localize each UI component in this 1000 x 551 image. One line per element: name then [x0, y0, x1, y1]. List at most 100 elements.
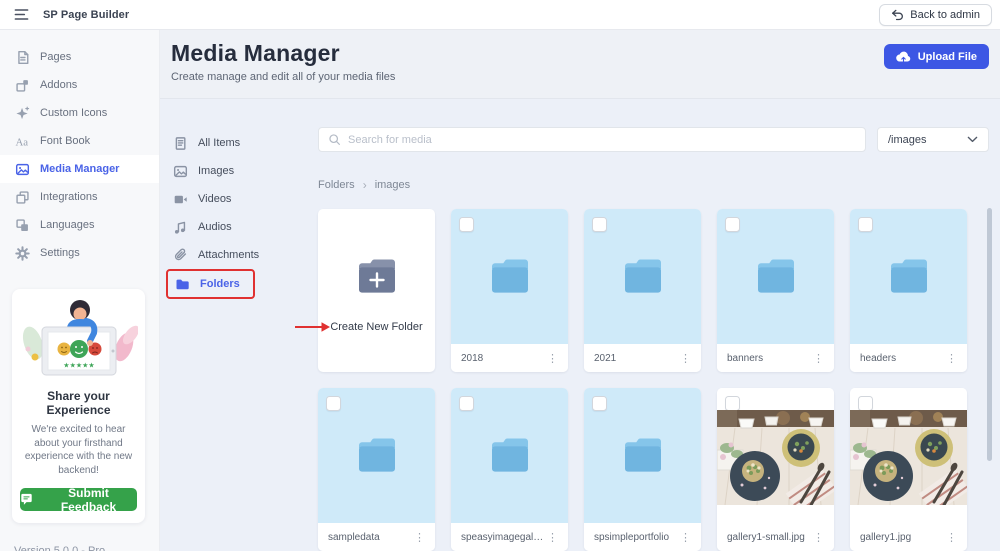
folder-card-sampledata[interactable]: sampledata ⋮	[318, 388, 435, 551]
card-footer: gallery1-small.jpg ⋮	[717, 523, 834, 551]
back-to-admin-label: Back to admin	[910, 9, 980, 21]
sidebar-item-pages[interactable]: Pages	[0, 43, 159, 71]
upload-file-button[interactable]: Upload File	[884, 44, 989, 69]
breadcrumb-images[interactable]: images	[375, 179, 410, 191]
cloud-upload-icon	[896, 51, 912, 63]
vertical-scrollbar[interactable]	[987, 208, 992, 461]
item-menu-button[interactable]: ⋮	[544, 352, 561, 365]
folder-card-speasyimagegallery[interactable]: speasyimagegallery ⋮	[451, 388, 568, 551]
item-menu-button[interactable]: ⋮	[411, 531, 428, 544]
select-checkbox[interactable]	[459, 396, 474, 411]
sidebar-item-integrations[interactable]: Integrations	[0, 183, 159, 211]
filter-label: Audios	[198, 221, 232, 233]
feedback-text: We're excited to hear about your firstha…	[22, 423, 135, 477]
sidebar-item-label: Custom Icons	[40, 107, 107, 119]
sidebar-item-font-book[interactable]: AaFont Book	[0, 127, 159, 155]
font-book-icon: Aa	[14, 133, 30, 149]
app-title: SP Page Builder	[43, 9, 129, 21]
sidebar-item-settings[interactable]: Settings	[0, 239, 159, 267]
filter-images[interactable]: Images	[172, 157, 318, 185]
card-thumbnail	[717, 388, 834, 523]
item-menu-button[interactable]: ⋮	[810, 531, 827, 544]
submit-feedback-button[interactable]: Submit Feedback	[20, 488, 137, 511]
folder-card-spsimpleportfolio[interactable]: spsimpleportfolio ⋮	[584, 388, 701, 551]
item-menu-button[interactable]: ⋮	[544, 531, 561, 544]
card-footer: headers ⋮	[850, 344, 967, 372]
item-name: 2018	[461, 353, 483, 364]
filter-label: Images	[198, 165, 234, 177]
folder-icon	[620, 257, 666, 297]
food-photo-thumbnail	[717, 410, 834, 505]
page-subtitle: Create manage and edit all of your media…	[171, 71, 395, 83]
item-menu-button[interactable]: ⋮	[943, 531, 960, 544]
card-thumbnail	[451, 209, 568, 344]
select-checkbox[interactable]	[326, 396, 341, 411]
folder-card-banners[interactable]: banners ⋮	[717, 209, 834, 372]
filter-folders[interactable]: Folders	[166, 269, 255, 299]
feedback-card: ★★★★★ Share your Experience We're excite…	[12, 289, 145, 523]
breadcrumb-folders[interactable]: Folders	[318, 179, 355, 191]
item-name: spsimpleportfolio	[594, 532, 669, 543]
image-card-gallery1-jpg[interactable]: gallery1.jpg ⋮	[850, 388, 967, 551]
filter-audios[interactable]: Audios	[172, 213, 318, 241]
browser-toolbar: /images	[318, 127, 989, 152]
sidebar-item-addons[interactable]: Addons	[0, 71, 159, 99]
select-checkbox[interactable]	[725, 217, 740, 232]
sidebar-nav: Pages Addons Custom Icons AaFont BookMedia …	[0, 43, 159, 267]
folder-card-2021[interactable]: 2021 ⋮	[584, 209, 701, 372]
addons-icon	[14, 77, 30, 93]
search-box	[318, 127, 866, 152]
search-input[interactable]	[348, 134, 856, 146]
topbar: SP Page Builder Back to admin	[0, 0, 1000, 30]
card-footer: banners ⋮	[717, 344, 834, 372]
sidebar-item-media-manager[interactable]: Media Manager	[0, 155, 159, 183]
media-type-filters: All Items Images Videos Audios AttachmentsFo…	[160, 99, 318, 551]
media-manager-screen: SP Page Builder Back to admin Pages Addon…	[0, 0, 1000, 551]
sidebar-item-languages[interactable]: Languages	[0, 211, 159, 239]
sidebar-item-custom-icons[interactable]: Custom Icons	[0, 99, 159, 127]
main-area: Media Manager Create manage and edit all…	[160, 30, 1000, 551]
folder-card-headers[interactable]: headers ⋮	[850, 209, 967, 372]
card-footer: gallery1.jpg ⋮	[850, 523, 967, 551]
item-menu-button[interactable]: ⋮	[677, 531, 694, 544]
card-footer: 2021 ⋮	[584, 344, 701, 372]
page-title: Media Manager	[171, 40, 395, 67]
back-arrow-icon	[891, 9, 904, 21]
filter-attachments[interactable]: Attachments	[172, 241, 318, 269]
back-to-admin-button[interactable]: Back to admin	[879, 4, 992, 26]
item-name: headers	[860, 353, 896, 364]
select-checkbox[interactable]	[459, 217, 474, 232]
filter-videos[interactable]: Videos	[172, 185, 318, 213]
folder-path-dropdown[interactable]: /images	[877, 127, 989, 152]
select-checkbox[interactable]	[592, 217, 607, 232]
sidebar-item-label: Pages	[40, 51, 71, 63]
folder-icon	[753, 257, 799, 297]
filter-all-items[interactable]: All Items	[172, 129, 318, 157]
select-checkbox[interactable]	[858, 396, 873, 411]
folder-card-2018[interactable]: 2018 ⋮	[451, 209, 568, 372]
pages-icon	[14, 49, 30, 65]
item-name: banners	[727, 353, 763, 364]
search-icon	[328, 133, 341, 146]
menu-toggle-icon[interactable]	[14, 7, 30, 23]
folder-icon	[487, 436, 533, 476]
select-checkbox[interactable]	[725, 396, 740, 411]
create-new-folder-card[interactable]: Create New Folder	[318, 209, 435, 372]
breadcrumb: Folders › images	[318, 178, 989, 192]
item-menu-button[interactable]: ⋮	[677, 352, 694, 365]
item-menu-button[interactable]: ⋮	[810, 352, 827, 365]
svg-text:★★★★★: ★★★★★	[63, 362, 94, 370]
upload-file-label: Upload File	[918, 51, 977, 63]
item-menu-button[interactable]: ⋮	[943, 352, 960, 365]
svg-text:Aa: Aa	[15, 136, 28, 148]
card-thumbnail	[584, 388, 701, 523]
audios-icon	[172, 219, 188, 235]
select-checkbox[interactable]	[592, 396, 607, 411]
select-checkbox[interactable]	[858, 217, 873, 232]
content-area: All ItemsImagesVideosAudiosAttachmentsFo…	[160, 99, 1000, 551]
card-footer: speasyimagegallery ⋮	[451, 523, 568, 551]
card-footer: sampledata ⋮	[318, 523, 435, 551]
image-card-gallery1-small-jpg[interactable]: gallery1-small.jpg ⋮	[717, 388, 834, 551]
filter-label: All Items	[198, 137, 240, 149]
folder-icon	[354, 436, 400, 476]
